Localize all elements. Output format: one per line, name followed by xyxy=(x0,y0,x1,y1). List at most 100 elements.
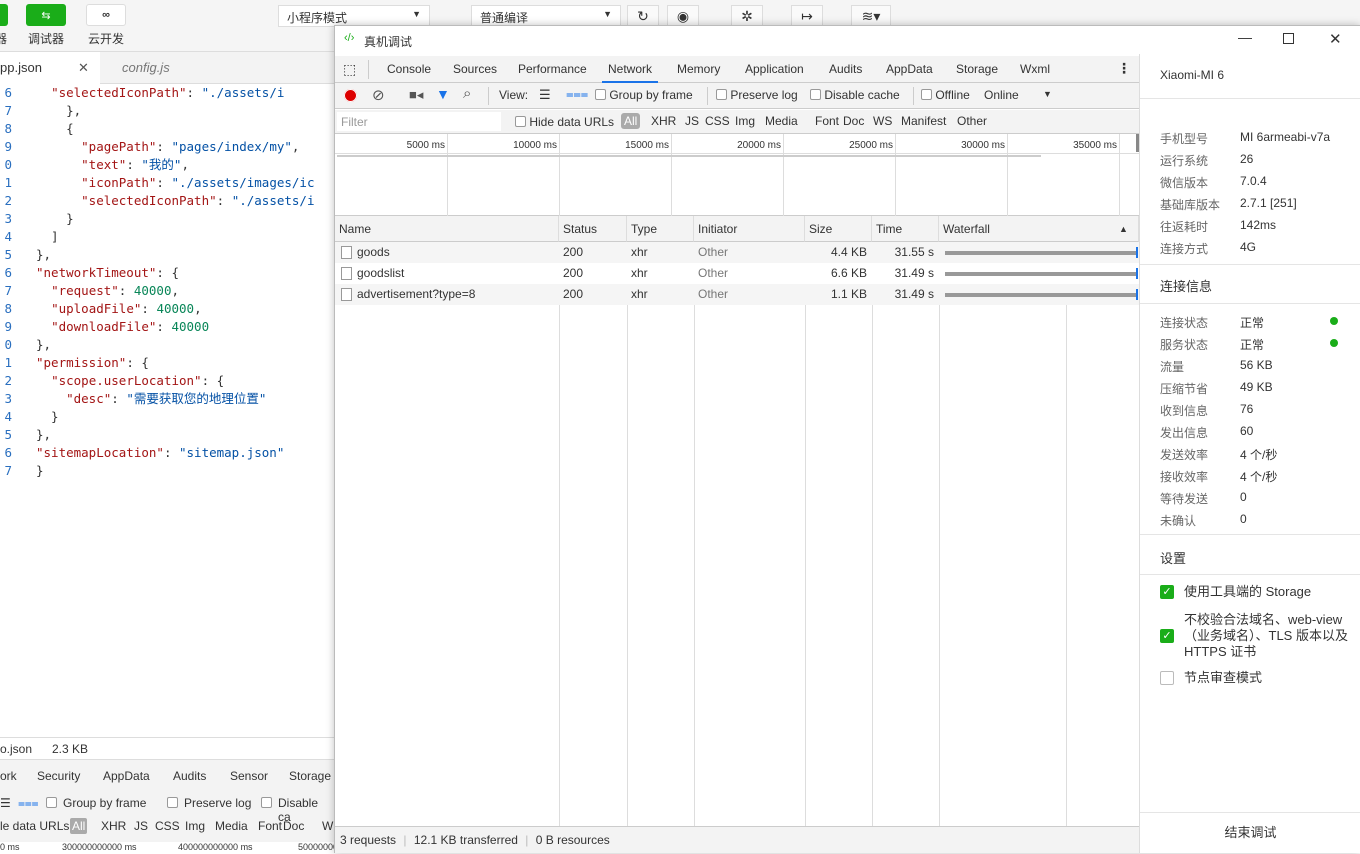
tab-memory[interactable]: Memory xyxy=(671,56,726,83)
inspect-element-icon[interactable]: ⬚ xyxy=(343,61,356,78)
column-header-initiator[interactable]: Initiator xyxy=(694,216,805,242)
bottom-filter-2[interactable]: XHR xyxy=(101,819,126,833)
bottom-filter-8[interactable]: Doc xyxy=(283,819,304,833)
offline-toggle[interactable]: Offline xyxy=(921,88,970,102)
close-icon[interactable]: ✕ xyxy=(78,52,89,84)
bottom-tab-2[interactable]: AppData xyxy=(103,769,150,783)
use-tool-storage-checkbox[interactable]: ✓ xyxy=(1160,585,1174,599)
mode-select[interactable]: 小程序模式 ▼ xyxy=(278,5,430,27)
group-by-frame-checkbox[interactable] xyxy=(595,89,606,100)
bottom-tab-1[interactable]: Security xyxy=(37,769,80,783)
bottom-filter-0[interactable]: le data URLs xyxy=(0,819,69,833)
bottom-filter-5[interactable]: Img xyxy=(185,819,205,833)
tab-console[interactable]: Console xyxy=(381,56,437,83)
filter-icon[interactable]: ▼ xyxy=(436,86,450,102)
tab-network[interactable]: Network xyxy=(602,56,659,83)
type-filter-xhr[interactable]: XHR xyxy=(651,114,676,128)
tab-wxml[interactable]: Wxml xyxy=(1014,56,1056,83)
chevron-down-icon[interactable]: ▼ xyxy=(1043,89,1052,99)
disable-cache-checkbox[interactable] xyxy=(261,797,272,808)
bottom-filter-1[interactable]: All xyxy=(70,818,88,834)
camera-icon[interactable]: ■◂ xyxy=(409,87,423,103)
group-by-frame-checkbox[interactable] xyxy=(46,797,57,808)
code-line: 6 "sitemapLocation": "sitemap.json" xyxy=(0,444,334,462)
hide-data-urls-toggle[interactable]: Hide data URLs xyxy=(515,115,614,129)
code-lines[interactable]: 6 "selectedIconPath": "./assets/i 7 }, 8 {… xyxy=(0,84,334,480)
column-header-time[interactable]: Time xyxy=(872,216,939,242)
waterfall-view-icon[interactable]: ⩶ xyxy=(18,796,39,811)
filter-input-box[interactable]: Filter xyxy=(337,112,501,131)
list-view-icon[interactable]: ☰ xyxy=(0,796,11,810)
tab-storage[interactable]: Storage xyxy=(950,56,1004,83)
bug-icon[interactable]: ✲ xyxy=(731,5,763,27)
column-header-waterfall[interactable]: Waterfall xyxy=(939,216,1139,242)
bottom-filter-3[interactable]: JS xyxy=(134,819,148,833)
bottom-filter-6[interactable]: Media xyxy=(215,819,248,833)
preserve-log-checkbox[interactable] xyxy=(716,89,727,100)
type-filter-all[interactable]: All xyxy=(621,113,641,129)
end-debug-button[interactable]: 结束调试 xyxy=(1140,813,1360,853)
bottom-filter-9[interactable]: W xyxy=(322,819,333,833)
column-header-status[interactable]: Status xyxy=(559,216,627,242)
bottom-tab-4[interactable]: Sensor xyxy=(230,769,268,783)
table-row[interactable]: goodslist 200 xhr Other 6.6 KB 31.49 s xyxy=(335,263,1139,284)
preview-eye-icon[interactable]: ◉ xyxy=(667,5,699,27)
type-filter-media[interactable]: Media xyxy=(765,114,798,128)
type-filter-font[interactable]: Font xyxy=(815,114,839,128)
tab-application[interactable]: Application xyxy=(739,56,810,83)
type-filter-ws[interactable]: WS xyxy=(873,114,892,128)
column-header-name[interactable]: Name xyxy=(335,216,559,242)
minimize-icon[interactable]: — xyxy=(1238,29,1252,45)
type-filter-js[interactable]: JS xyxy=(685,114,699,128)
bottom-filter-7[interactable]: Font xyxy=(258,819,282,833)
type-filter-css[interactable]: CSS xyxy=(705,114,730,128)
column-header-type[interactable]: Type xyxy=(627,216,694,242)
close-icon[interactable]: ✕ xyxy=(1329,30,1342,48)
cloud-dev-button[interactable]: ∞ 云开发 xyxy=(86,4,126,47)
list-view-icon[interactable]: ☰ xyxy=(539,87,551,103)
clear-icon[interactable]: ⊘ xyxy=(372,86,385,104)
compile-select[interactable]: 普通编译 ▼ xyxy=(471,5,621,27)
tab-app-json[interactable]: pp.json ✕ xyxy=(0,52,100,84)
debugger-button[interactable]: ⇆ 调试器 xyxy=(26,4,66,47)
refresh-icon[interactable]: ↻ xyxy=(627,5,659,27)
table-row[interactable]: advertisement?type=8 200 xhr Other 1.1 KB 31.… xyxy=(335,284,1139,305)
filter-input[interactable]: Filter xyxy=(341,115,368,129)
devtools-tabs: ⬚ Console Sources Performance Network Memory… xyxy=(335,56,1139,83)
more-options-icon[interactable]: ⋮ xyxy=(1117,60,1131,77)
tab-sources[interactable]: Sources xyxy=(447,56,503,83)
tab-config-js[interactable]: config.js xyxy=(122,52,170,84)
conn-key: 收到信息 xyxy=(1160,404,1209,418)
column-header-size[interactable]: Size xyxy=(805,216,872,242)
node-inspect-checkbox[interactable] xyxy=(1160,671,1174,685)
waterfall-view-icon[interactable]: ⩶ xyxy=(566,86,588,102)
disable-cache-toggle[interactable]: Disable cache xyxy=(810,88,900,102)
network-overview-timeline[interactable]: 5000 ms 10000 ms 15000 ms 20000 ms 25000 ms 3… xyxy=(335,134,1139,216)
bottom-filter-4[interactable]: CSS xyxy=(155,819,180,833)
skip-domain-check-checkbox[interactable]: ✓ xyxy=(1160,629,1174,643)
type-filter-doc[interactable]: Doc xyxy=(843,114,864,128)
preserve-log-toggle[interactable]: Preserve log xyxy=(716,88,798,102)
maximize-icon[interactable] xyxy=(1283,33,1294,44)
layers-icon[interactable]: ≋▾ xyxy=(851,5,891,27)
upload-icon[interactable]: ↦ xyxy=(791,5,823,27)
offline-checkbox[interactable] xyxy=(921,89,932,100)
tab-performance[interactable]: Performance xyxy=(512,56,593,83)
disable-cache-checkbox[interactable] xyxy=(810,89,821,100)
type-filter-manifest[interactable]: Manifest xyxy=(901,114,946,128)
tab-audits[interactable]: Audits xyxy=(823,56,868,83)
hide-data-urls-checkbox[interactable] xyxy=(515,116,526,127)
search-icon[interactable]: ⌕ xyxy=(463,85,471,102)
record-icon[interactable] xyxy=(344,89,357,102)
tab-appdata[interactable]: AppData xyxy=(880,56,939,83)
bottom-tab-0[interactable]: ork xyxy=(0,769,17,783)
group-by-frame-toggle[interactable]: Group by frame xyxy=(595,88,693,102)
sort-ascending-icon[interactable]: ▲ xyxy=(1119,224,1128,234)
type-filter-img[interactable]: Img xyxy=(735,114,755,128)
table-row[interactable]: goods 200 xhr Other 4.4 KB 31.55 s xyxy=(335,242,1139,263)
type-filter-other[interactable]: Other xyxy=(957,114,987,128)
bottom-tab-5[interactable]: Storage xyxy=(289,769,331,783)
preserve-log-checkbox[interactable] xyxy=(167,797,178,808)
bottom-tab-3[interactable]: Audits xyxy=(173,769,206,783)
toolbar-clipped-button[interactable]: 器 xyxy=(0,4,8,47)
